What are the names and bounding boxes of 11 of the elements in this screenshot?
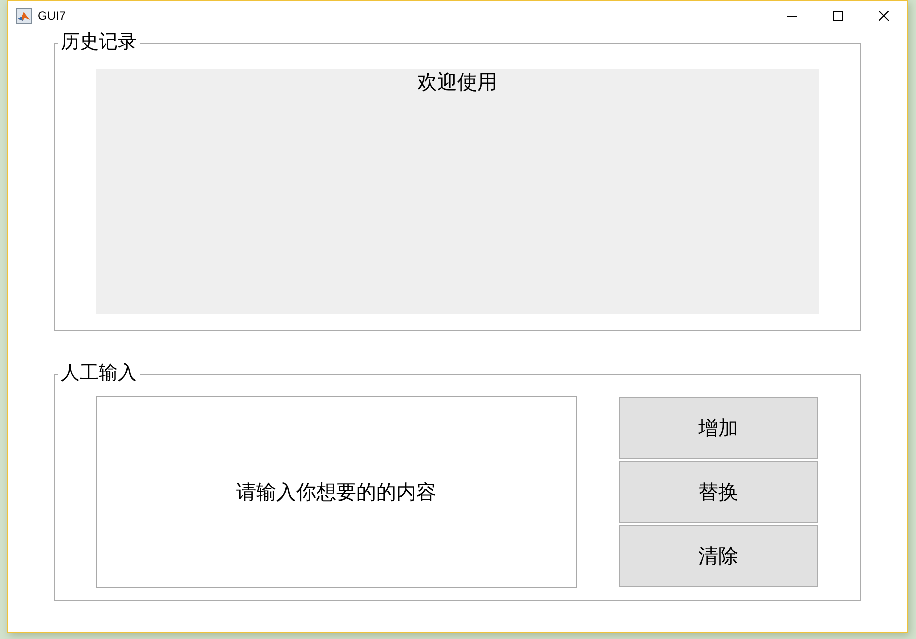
close-icon [879,11,889,21]
input-field[interactable]: 请输入你想要的的内容 [96,396,577,588]
app-icon [16,8,32,24]
panel-title: 人工输入 [60,363,138,385]
panel-title: 历史记录 [60,32,138,54]
action-button[interactable]: 替换 [619,461,818,523]
window-title: GUI7 [38,9,66,23]
action-button[interactable]: 增加 [619,397,818,459]
text-display: 欢迎使用 [96,69,819,314]
action-button[interactable]: 清除 [619,525,818,587]
maximize-icon [833,11,843,21]
